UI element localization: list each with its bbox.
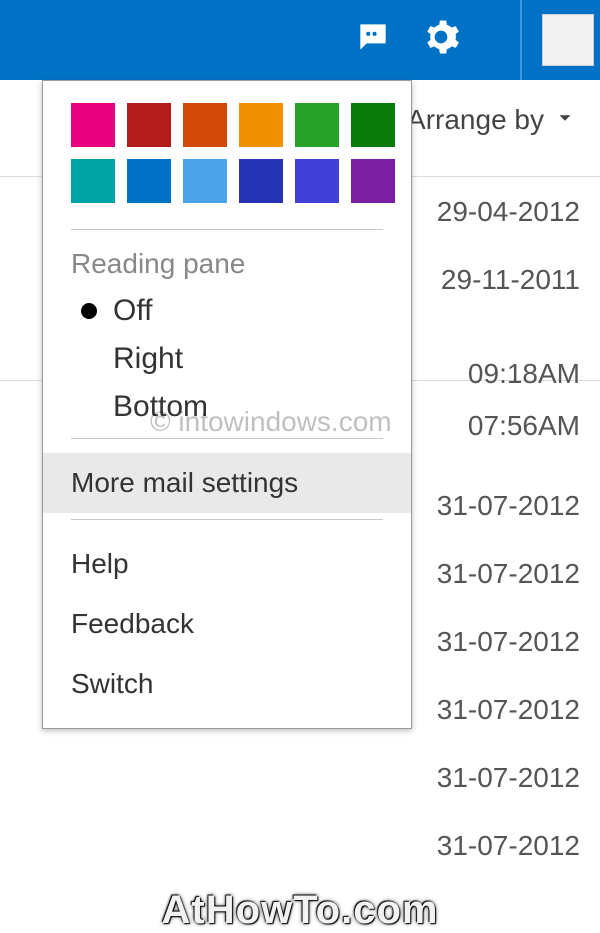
color-swatch[interactable] [127,103,171,147]
avatar[interactable] [542,14,594,66]
reading-pane-right-label: Right [113,342,183,376]
reading-pane-bottom[interactable]: Bottom [43,384,411,432]
color-swatch[interactable] [295,159,339,203]
color-swatch[interactable] [351,103,395,147]
list-item[interactable]: 31-07-2012 [437,472,580,540]
list-item[interactable]: 31-07-2012 [437,812,580,880]
color-swatch[interactable] [239,103,283,147]
dropdown-divider [71,519,383,520]
color-swatch[interactable] [183,103,227,147]
color-picker [43,103,411,223]
help-item[interactable]: Help [43,534,411,594]
switch-item[interactable]: Switch [43,654,411,714]
feedback-item[interactable]: Feedback [43,594,411,654]
chevron-down-icon [554,104,576,136]
color-swatch[interactable] [295,103,339,147]
gear-icon[interactable] [422,18,460,61]
more-mail-settings[interactable]: More mail settings [43,453,411,513]
reading-pane-right[interactable]: Right [43,336,411,384]
list-item[interactable]: 31-07-2012 [437,676,580,744]
reading-pane-off-label: Off [113,294,152,328]
color-swatch[interactable] [127,159,171,203]
color-swatch[interactable] [239,159,283,203]
arrange-by-label: Arrange by [407,104,544,136]
color-swatch[interactable] [71,103,115,147]
reading-pane-bottom-label: Bottom [113,390,208,424]
list-item[interactable]: 29-11-2011 [437,246,580,314]
radio-selected-icon [81,303,97,319]
color-swatch[interactable] [71,159,115,203]
list-item[interactable]: 31-07-2012 [437,744,580,812]
dropdown-divider [71,229,383,230]
app-header [0,0,600,80]
list-item[interactable]: 31-07-2012 [437,608,580,676]
dropdown-divider [71,438,383,439]
reading-pane-title: Reading pane [43,244,411,288]
reading-pane-off[interactable]: Off [43,288,411,336]
list-item[interactable]: 31-07-2012 [437,540,580,608]
list-item[interactable]: 07:56AM [437,400,580,452]
color-swatch[interactable] [351,159,395,203]
radio-unselected-icon [81,351,97,367]
color-swatch[interactable] [183,159,227,203]
mail-date-column: 29-04-2012 29-11-2011 09:18AM 07:56AM 31… [437,178,580,880]
header-icons [354,18,460,61]
settings-dropdown: Reading pane Off Right Bottom More mail … [42,80,412,729]
list-item[interactable]: 29-04-2012 [437,178,580,246]
radio-unselected-icon [81,399,97,415]
header-divider [520,0,522,80]
arrange-by-button[interactable]: Arrange by [407,104,576,136]
chat-icon[interactable] [354,18,392,61]
list-item[interactable]: 09:18AM [437,348,580,400]
